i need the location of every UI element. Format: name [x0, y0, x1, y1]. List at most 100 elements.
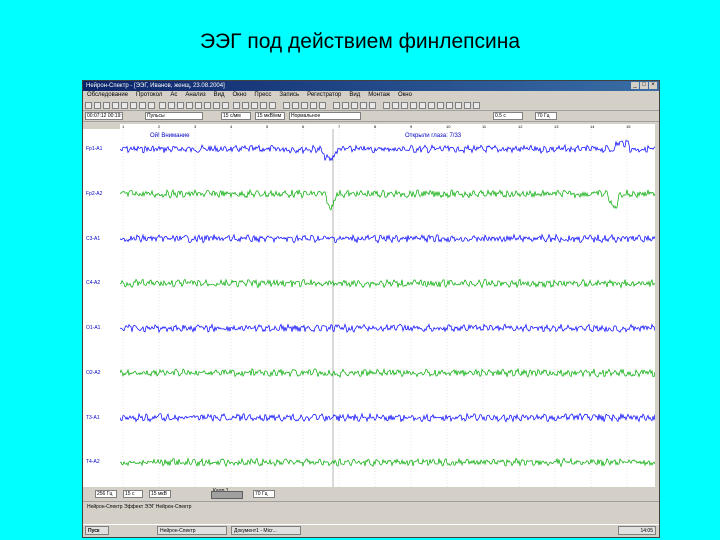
channel-label: Fp1-A1 [86, 146, 103, 153]
toolbar-button-icon[interactable] [401, 102, 408, 109]
filter-select[interactable]: 0.5 с [493, 112, 523, 120]
toolbar-button-icon[interactable] [112, 102, 119, 109]
toolbar-button-icon[interactable] [392, 102, 399, 109]
montage-select[interactable]: Пульсы [145, 112, 203, 120]
menu-item-3[interactable]: Анализ [185, 92, 205, 98]
channel-label: O1-A1 [86, 325, 101, 332]
eeg-trace [120, 367, 655, 378]
annotation-label: Ой! Внимание [150, 132, 190, 139]
menu-item-0[interactable]: Обследование [87, 92, 128, 98]
eeg-trace [120, 323, 655, 334]
eeg-trace [120, 139, 655, 162]
maximize-button[interactable]: □ [640, 82, 648, 89]
minimize-button[interactable]: _ [631, 82, 639, 89]
menu-item-7[interactable]: Запись [279, 92, 299, 98]
toolbar-button-icon[interactable] [419, 102, 426, 109]
eeg-app-window: Нейрон-Спектр - [ЭЭГ, Иванов, женщ, 23.0… [82, 80, 660, 538]
channel-label: C4-A2 [86, 280, 101, 287]
toolbar-button-icon[interactable] [437, 102, 444, 109]
toolbar-button-icon[interactable] [446, 102, 453, 109]
toolbar-button-icon[interactable] [342, 102, 349, 109]
toolbar-button-icon[interactable] [369, 102, 376, 109]
menu-item-5[interactable]: Окно [232, 92, 246, 98]
toolbar-button-icon[interactable] [148, 102, 155, 109]
window-titlebar: Нейрон-Спектр - [ЭЭГ, Иванов, женщ, 23.0… [83, 81, 659, 91]
toolbar-button-icon[interactable] [360, 102, 367, 109]
channel-label-panel: Fp1-A1 Fp2-A2 C3-A1 C4-A2 O1-A1 O2-A2 T3-A1 T4-… [83, 129, 121, 487]
montage-toolbar: 00:07:12 00:19:20 Пульсы 15 с/мм 15 мкВ/… [83, 111, 659, 122]
toolbar-button-icon[interactable] [242, 102, 249, 109]
eeg-plot[interactable]: Ой! Внимание Открыли глаза: 7/33 [120, 129, 655, 487]
toolbar-button-icon[interactable] [121, 102, 128, 109]
eeg-trace [120, 412, 655, 423]
eeg-trace [120, 188, 655, 211]
menu-item-6[interactable]: Пресс [254, 92, 271, 98]
menu-item-11[interactable]: Окно [398, 92, 412, 98]
toolbar-button-icon[interactable] [333, 102, 340, 109]
scrollbar[interactable] [211, 491, 243, 499]
menu-item-8[interactable]: Регистратор [307, 92, 341, 98]
toolbar-button-icon[interactable] [233, 102, 240, 109]
status-sens: 15 с [123, 490, 143, 498]
speed-select[interactable]: 15 с/мм [221, 112, 251, 120]
status-bar-2: Нейрон-Спектр Эффект ЭЭГ Нейрон-Спектр [83, 501, 659, 511]
status-text: Нейрон-Спектр Эффект ЭЭГ Нейрон-Спектр [87, 504, 192, 510]
task-document[interactable]: Документ1 - Micr... [231, 526, 301, 535]
channel-label: C3-A1 [86, 235, 101, 242]
slide-title: ЭЭГ под действием финлепсина [199, 30, 521, 53]
toolbar-button-icon[interactable] [473, 102, 480, 109]
toolbar-button-icon[interactable] [260, 102, 267, 109]
toolbar-button-icon[interactable] [428, 102, 435, 109]
status-speed: 15 мкВ [149, 490, 171, 498]
sensitivity-select[interactable]: 15 мкВ/мм [255, 112, 285, 120]
toolbar-button-icon[interactable] [283, 102, 290, 109]
toolbar-button-icon[interactable] [168, 102, 175, 109]
close-button[interactable]: × [649, 82, 657, 89]
menu-item-4[interactable]: Вид [214, 92, 225, 98]
toolbar-button-icon[interactable] [251, 102, 258, 109]
toolbar-button-icon[interactable] [410, 102, 417, 109]
toolbar-button-icon[interactable] [213, 102, 220, 109]
toolbar-button-icon[interactable] [130, 102, 137, 109]
start-button[interactable]: Пуск [85, 526, 109, 535]
menu-item-10[interactable]: Монтаж [368, 92, 390, 98]
eeg-trace [120, 233, 655, 244]
filter2-select[interactable]: 70 Гц [535, 112, 557, 120]
menu-item-9[interactable]: Вид [349, 92, 360, 98]
toolbar-button-icon[interactable] [94, 102, 101, 109]
status-bar: 256 Гц 15 с 15 мкВ 70 Гц Кадр 1 [83, 488, 659, 499]
toolbar-button-icon[interactable] [269, 102, 276, 109]
menu-item-2[interactable]: Ас [170, 92, 177, 98]
channel-label: Fp2-A2 [86, 190, 103, 197]
main-toolbar [83, 100, 659, 111]
toolbar-button-icon[interactable] [222, 102, 229, 109]
eeg-trace [120, 278, 655, 289]
toolbar-button-icon[interactable] [455, 102, 462, 109]
toolbar-button-icon[interactable] [319, 102, 326, 109]
menu-item-1[interactable]: Протокол [136, 92, 162, 98]
toolbar-button-icon[interactable] [310, 102, 317, 109]
toolbar-button-icon[interactable] [292, 102, 299, 109]
toolbar-button-icon[interactable] [177, 102, 184, 109]
channel-label: T4-A2 [86, 459, 100, 466]
time-field[interactable]: 00:07:12 00:19:20 [85, 112, 123, 120]
toolbar-button-icon[interactable] [103, 102, 110, 109]
annotation-label: Открыли глаза: 7/33 [405, 133, 462, 139]
toolbar-button-icon[interactable] [204, 102, 211, 109]
channel-label: O2-A2 [86, 369, 101, 376]
task-neuron[interactable]: Нейрон-Спектр [157, 526, 227, 535]
toolbar-button-icon[interactable] [301, 102, 308, 109]
toolbar-button-icon[interactable] [159, 102, 166, 109]
toolbar-button-icon[interactable] [139, 102, 146, 109]
toolbar-button-icon[interactable] [195, 102, 202, 109]
toolbar-button-icon[interactable] [383, 102, 390, 109]
window-title: Нейрон-Спектр - [ЭЭГ, Иванов, женщ, 23.0… [86, 83, 225, 89]
status-rate: 256 Гц [95, 490, 117, 498]
eeg-trace [120, 457, 655, 468]
toolbar-button-icon[interactable] [351, 102, 358, 109]
toolbar-button-icon[interactable] [464, 102, 471, 109]
clock: 14:05 [618, 526, 656, 535]
toolbar-button-icon[interactable] [85, 102, 92, 109]
mode-select[interactable]: Нормальное [289, 112, 361, 120]
toolbar-button-icon[interactable] [186, 102, 193, 109]
